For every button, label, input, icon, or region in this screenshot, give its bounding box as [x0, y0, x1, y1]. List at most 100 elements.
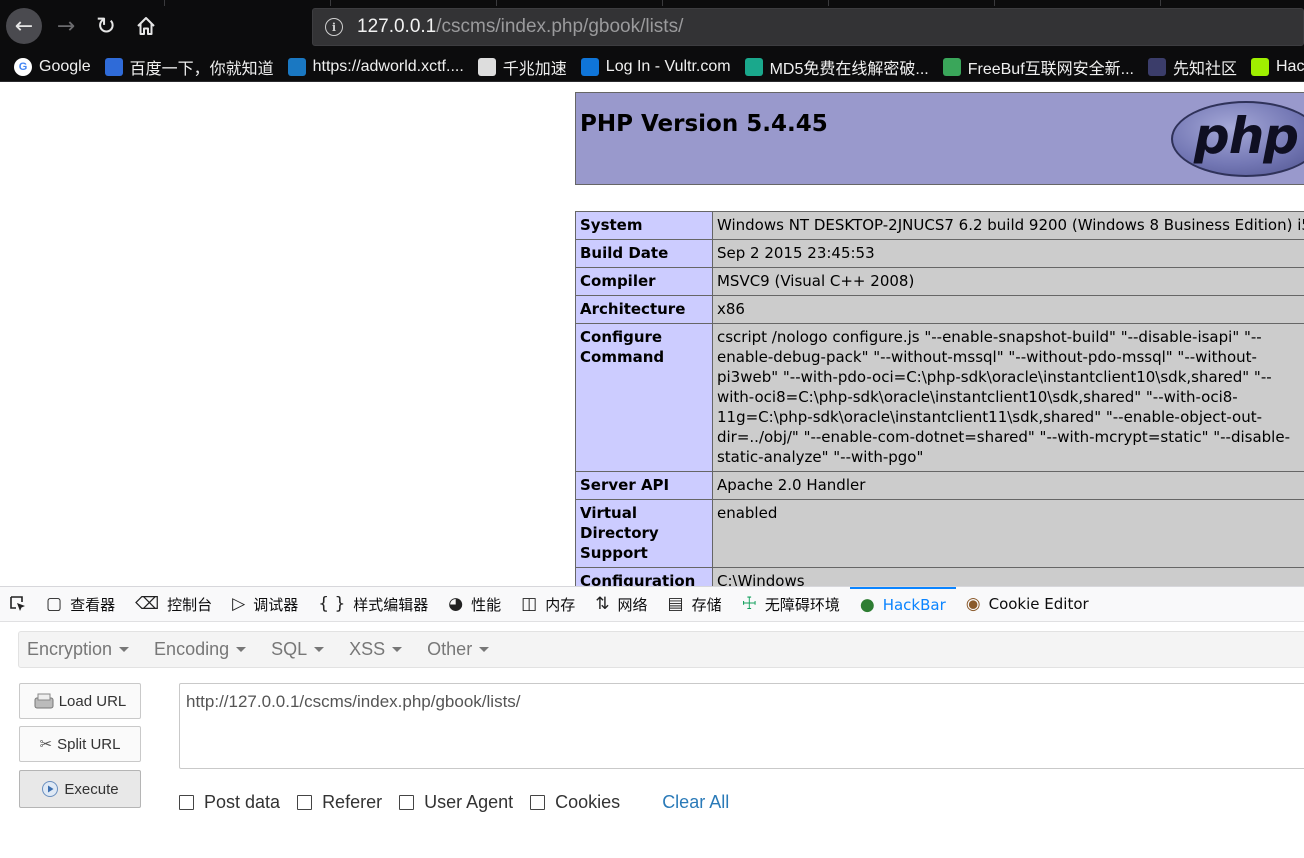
hackbar-menu-item[interactable]: Encryption	[27, 639, 130, 660]
address-bar[interactable]: i 127.0.0.1/cscms/index.php/gbook/lists/	[312, 8, 1304, 46]
memory-icon: ◫	[521, 594, 538, 614]
checkbox-label: Cookies	[555, 791, 621, 812]
devtools-tab[interactable]: ● HackBar	[849, 586, 956, 622]
bookmark-label: 千兆加速	[502, 60, 567, 78]
play-icon	[41, 780, 59, 798]
xianzhi-icon	[1147, 57, 1166, 76]
tab-separator	[662, 0, 663, 6]
option-checkbox[interactable]: Cookies	[530, 792, 620, 813]
bookmark-label: Google	[39, 57, 91, 75]
hackbar-icon: ●	[859, 595, 875, 615]
info-icon[interactable]: i	[325, 18, 343, 36]
checkbox[interactable]	[297, 794, 313, 810]
row-key: Build Date	[575, 239, 713, 268]
tab-separator	[828, 0, 829, 6]
php-header: PHP Version 5.4.45 php	[575, 92, 1304, 185]
option-checkbox[interactable]: Post data	[179, 792, 280, 813]
hackbar-menu-label: Encryption	[27, 639, 113, 659]
row-key: Architecture	[575, 295, 713, 324]
bookmark-item[interactable]: Hac	[1251, 57, 1304, 76]
devtools-tab[interactable]: { } 样式编辑器	[308, 587, 438, 622]
hackthebox-icon	[1251, 57, 1269, 76]
bookmark-item[interactable]: G Google	[14, 57, 91, 76]
row-key: Configuration File (php.ini) Path	[575, 567, 713, 586]
vultr-icon	[580, 57, 599, 76]
hackbar-menu-item[interactable]: Other	[427, 639, 490, 660]
table-row: Configure Command cscript /nologo configu…	[575, 323, 1304, 472]
row-value: Sep 2 2015 23:45:53	[711, 239, 1304, 268]
bookmarks-bar: G Google 百度一下，你就知道 https://adworld.xctf....…	[0, 52, 1304, 82]
md5-icon	[744, 57, 763, 76]
clear-all-link[interactable]: Clear All	[662, 792, 729, 813]
option-checkbox[interactable]: Referer	[297, 792, 382, 813]
option-checkbox[interactable]: User Agent	[399, 792, 513, 813]
google-icon: G	[14, 57, 32, 76]
bookmark-label: FreeBuf互联网安全新...	[967, 60, 1134, 78]
php-logo-text: php	[1193, 107, 1299, 165]
bookmark-item[interactable]: FreeBuf互联网安全新...	[942, 55, 1134, 79]
scissors-icon: ✂	[39, 736, 53, 753]
checkbox[interactable]	[399, 794, 415, 810]
devtools-tab-label: 网络	[617, 595, 648, 614]
devtools-tab[interactable]: ⌫ 控制台	[125, 587, 222, 622]
devtools-tab[interactable]: ◫ 内存	[511, 587, 585, 622]
checkbox[interactable]	[179, 794, 194, 810]
chevron-down-icon	[392, 647, 403, 652]
row-key: Server API	[575, 471, 713, 500]
adworld-icon	[287, 57, 306, 76]
storage-icon: ▤	[667, 594, 684, 614]
devtools-tab[interactable]: ◉ Cookie Editor	[956, 587, 1099, 622]
bookmark-item[interactable]: MD5免费在线解密破...	[744, 55, 929, 79]
chevron-down-icon	[314, 647, 325, 652]
hackbar-menu-item[interactable]: XSS	[349, 639, 403, 660]
url-input[interactable]	[179, 683, 1304, 769]
baidu-paw-icon	[104, 57, 123, 76]
url-text[interactable]: 127.0.0.1/cscms/index.php/gbook/lists/	[357, 16, 683, 38]
row-value: Apache 2.0 Handler	[711, 471, 1304, 500]
hackbar-menu-label: Encoding	[154, 639, 230, 659]
forward-button[interactable]: →	[48, 8, 84, 44]
hackbar-menu-item[interactable]: Encoding	[154, 639, 247, 660]
bookmark-item[interactable]: Log In - Vultr.com	[580, 57, 731, 76]
row-value: enabled	[711, 499, 1304, 568]
arrow-left-icon: ←	[14, 13, 34, 39]
devtools-tab[interactable]: ▢ 查看器	[36, 587, 125, 622]
load-url-button[interactable]: Load URL	[19, 683, 141, 719]
devtools-tab[interactable]: ☩ 无障碍环境	[732, 587, 850, 622]
devtools-tabbar: ▢ 查看器 ⌫ 控制台 ▷ 调试器 { } 样式编辑器 ◕ 性能 ◫ 内存 ⇅ 网络 ▤ 存储 ☩ 无障碍环境 ● H…	[0, 586, 1304, 622]
bookmark-item[interactable]: 先知社区	[1147, 55, 1237, 79]
checkbox[interactable]	[530, 794, 546, 810]
devtools-tab-label: 调试器	[253, 595, 299, 614]
devtools-tab-label: 性能	[471, 595, 502, 614]
bookmark-item[interactable]: 百度一下，你就知道	[104, 55, 274, 79]
row-key: Compiler	[575, 267, 713, 296]
element-picker-button[interactable]	[0, 587, 36, 622]
panda-icon	[477, 57, 496, 76]
hackbar-menu-item[interactable]: SQL	[271, 639, 325, 660]
chevron-down-icon	[119, 647, 130, 652]
table-row: Virtual Directory Support enabled	[575, 499, 1304, 568]
devtools-tab[interactable]: ⇅ 网络	[585, 587, 657, 622]
devtools-tab[interactable]: ◕ 性能	[438, 587, 511, 622]
devtools-tab-label: HackBar	[882, 596, 946, 614]
reload-button[interactable]: ↻	[88, 8, 124, 44]
cookie-icon: ◉	[965, 594, 981, 614]
back-button[interactable]: ←	[6, 8, 42, 44]
hackbar-menu-label: XSS	[349, 639, 386, 659]
devtools-tab[interactable]: ▤ 存储	[658, 587, 732, 622]
url-path: /cscms/index.php/gbook/lists/	[436, 16, 684, 37]
tab-separator	[1160, 0, 1161, 6]
devtools-tab[interactable]: ▷ 调试器	[222, 587, 308, 622]
home-button[interactable]	[128, 8, 164, 44]
reload-icon: ↻	[95, 12, 117, 40]
element-picker-icon	[10, 596, 25, 611]
row-value: Windows NT DESKTOP-2JNUCS7 6.2 build 920…	[711, 211, 1304, 240]
bookmark-label: 百度一下，你就知道	[129, 60, 274, 78]
bookmark-item[interactable]: 千兆加速	[477, 55, 567, 79]
execute-button[interactable]: Execute	[19, 770, 141, 808]
devtools-tab-label: 查看器	[70, 595, 116, 614]
bookmark-item[interactable]: https://adworld.xctf....	[287, 57, 464, 76]
table-row: Architecture x86	[575, 295, 1304, 324]
debugger-icon: ▷	[232, 594, 246, 614]
split-url-button[interactable]: ✂ Split URL	[19, 726, 141, 762]
